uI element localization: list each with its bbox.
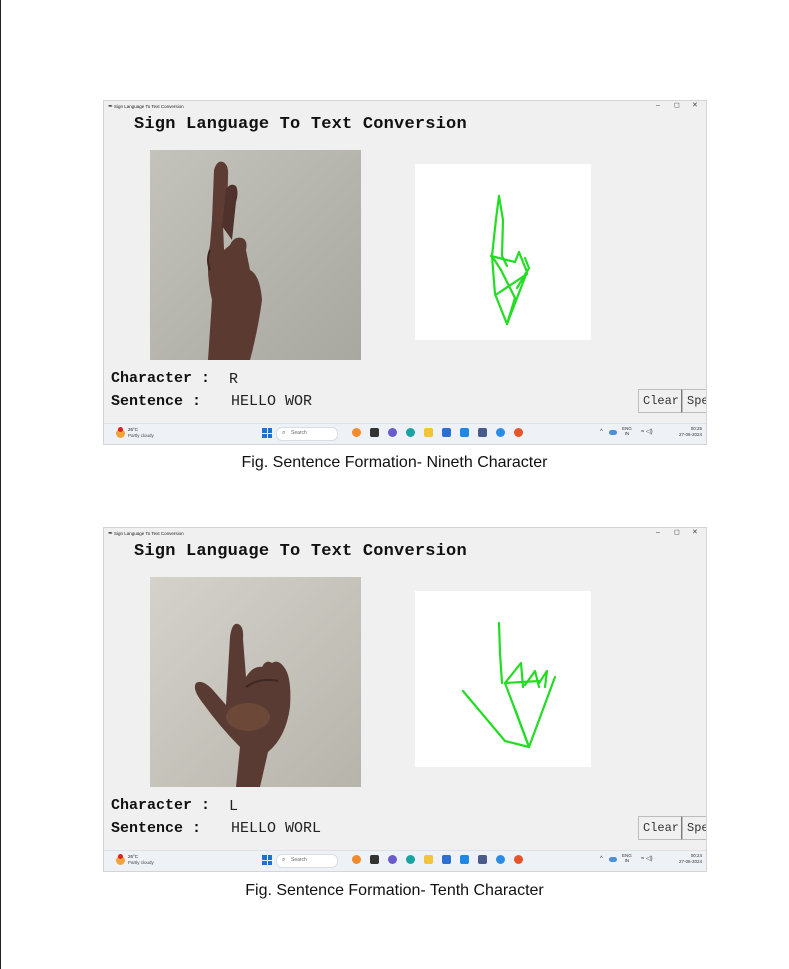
app-screenshot-1: ✒ Sign Language To Text Conversion – ◻ ✕… xyxy=(103,100,707,445)
close-icon[interactable]: ✕ xyxy=(692,102,698,110)
close-icon[interactable]: ✕ xyxy=(692,529,698,537)
taskbar-app-store[interactable] xyxy=(442,428,451,437)
sentence-value: HELLO WOR xyxy=(231,393,313,410)
speak-button[interactable]: Spe xyxy=(682,389,706,413)
windows-taskbar: 26°C Partly cloudy ⌕ Search ^ ENG IN ≈ ◁… xyxy=(104,850,706,871)
app-title: Sign Language To Text Conversion xyxy=(134,542,467,561)
page-left-border xyxy=(0,0,1,969)
taskbar-search[interactable]: ⌕ Search xyxy=(276,854,338,868)
search-icon: ⌕ xyxy=(282,857,286,863)
window-title: Sign Language To Text Conversion xyxy=(114,531,184,536)
maximize-icon[interactable]: ◻ xyxy=(674,102,680,110)
maximize-icon[interactable]: ◻ xyxy=(674,529,680,537)
hand-photo-r xyxy=(150,150,361,360)
weather-alert-badge xyxy=(118,854,123,859)
camera-feed xyxy=(150,150,361,360)
language-indicator[interactable]: ENG IN xyxy=(622,426,632,436)
taskbar-search[interactable]: ⌕ Search xyxy=(276,427,338,441)
language-indicator[interactable]: ENG IN xyxy=(622,853,632,863)
taskbar-app-taskview[interactable] xyxy=(370,428,379,437)
weather-description: Partly cloudy xyxy=(128,860,154,865)
weather-description: Partly cloudy xyxy=(128,433,154,438)
taskbar-app-vscode[interactable] xyxy=(460,428,469,437)
character-value: R xyxy=(229,371,239,388)
figure-caption-2: Fig. Sentence Formation- Tenth Character xyxy=(245,882,544,899)
app-screenshot-2: ✒ Sign Language To Text Conversion – ◻ ✕… xyxy=(103,527,707,872)
region-code: IN xyxy=(624,431,630,436)
skeleton-canvas xyxy=(415,591,591,767)
hand-photo-l xyxy=(150,577,361,787)
taskbar-app-chat[interactable] xyxy=(388,428,397,437)
onedrive-icon[interactable] xyxy=(609,430,617,435)
hand-skeleton-r xyxy=(489,194,531,326)
window-titlebar: ✒ Sign Language To Text Conversion – ◻ ✕ xyxy=(104,528,706,540)
app-feather-icon: ✒ xyxy=(108,104,114,110)
taskbar-app-telegram[interactable] xyxy=(496,855,505,864)
character-label: Character : xyxy=(111,797,211,814)
taskbar-app-chat[interactable] xyxy=(388,855,397,864)
clear-button[interactable]: Clear xyxy=(638,389,682,413)
sentence-label: Sentence : xyxy=(111,820,202,837)
taskbar-app-git[interactable] xyxy=(514,428,523,437)
app-feather-icon: ✒ xyxy=(108,531,114,537)
region-code: IN xyxy=(624,858,630,863)
clear-button[interactable]: Clear xyxy=(638,816,682,840)
window-titlebar: ✒ Sign Language To Text Conversion – ◻ ✕ xyxy=(104,101,706,113)
tray-chevron-up-icon[interactable]: ^ xyxy=(600,428,603,436)
taskbar-app-widget[interactable] xyxy=(352,428,361,437)
network-volume-icon[interactable]: ≈ ◁) xyxy=(641,429,653,436)
search-placeholder: Search xyxy=(291,430,307,436)
taskbar-app-explorer[interactable] xyxy=(424,855,433,864)
speak-button[interactable]: Spe xyxy=(682,816,706,840)
character-label: Character : xyxy=(111,370,211,387)
search-placeholder: Search xyxy=(291,857,307,863)
search-icon: ⌕ xyxy=(282,430,286,436)
hand-skeleton-l xyxy=(461,621,557,749)
sentence-label: Sentence : xyxy=(111,393,202,410)
taskbar-app-git[interactable] xyxy=(514,855,523,864)
taskbar-app-python[interactable] xyxy=(478,428,487,437)
character-value: L xyxy=(229,798,239,815)
clock-date[interactable]: 27-06-2024 xyxy=(670,432,702,438)
taskbar-app-telegram[interactable] xyxy=(496,428,505,437)
weather-alert-badge xyxy=(118,427,123,432)
taskbar-app-taskview[interactable] xyxy=(370,855,379,864)
minimize-icon[interactable]: – xyxy=(656,102,660,110)
windows-start-icon[interactable] xyxy=(262,428,272,438)
windows-start-icon[interactable] xyxy=(262,855,272,865)
onedrive-icon[interactable] xyxy=(609,857,617,862)
tray-chevron-up-icon[interactable]: ^ xyxy=(600,855,603,863)
taskbar-app-store[interactable] xyxy=(442,855,451,864)
sentence-value: HELLO WORL xyxy=(231,820,322,837)
network-volume-icon[interactable]: ≈ ◁) xyxy=(641,856,653,863)
clock-date[interactable]: 27-06-2024 xyxy=(670,859,702,865)
taskbar-app-edge[interactable] xyxy=(406,855,415,864)
camera-feed xyxy=(150,577,361,787)
app-title: Sign Language To Text Conversion xyxy=(134,115,467,134)
minimize-icon[interactable]: – xyxy=(656,529,660,537)
windows-taskbar: 26°C Partly cloudy ⌕ Search ^ ENG IN ≈ ◁… xyxy=(104,423,706,444)
taskbar-app-widget[interactable] xyxy=(352,855,361,864)
skeleton-canvas xyxy=(415,164,591,340)
taskbar-app-explorer[interactable] xyxy=(424,428,433,437)
figure-caption-1: Fig. Sentence Formation- Nineth Characte… xyxy=(241,454,548,471)
window-title: Sign Language To Text Conversion xyxy=(114,104,184,109)
taskbar-app-python[interactable] xyxy=(478,855,487,864)
taskbar-app-edge[interactable] xyxy=(406,428,415,437)
taskbar-app-vscode[interactable] xyxy=(460,855,469,864)
